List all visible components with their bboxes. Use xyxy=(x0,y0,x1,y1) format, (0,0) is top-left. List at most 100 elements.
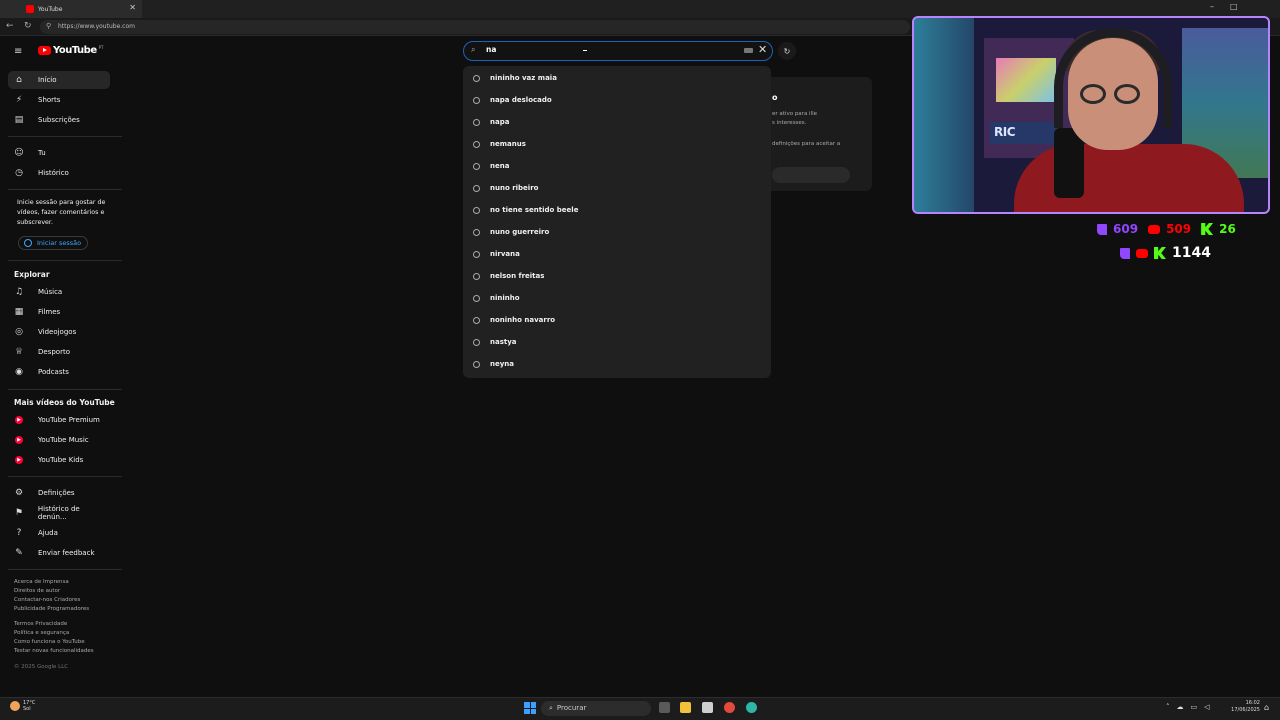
sidebar-item-gaming[interactable]: ◎ Videojogos xyxy=(8,323,110,341)
history-icon xyxy=(473,338,480,346)
footer-links[interactable]: Direitos de autor xyxy=(14,587,60,596)
youtube-music-icon: ▶ xyxy=(15,436,23,444)
history-icon xyxy=(473,184,480,192)
footer-links[interactable]: Política e segurança xyxy=(14,629,69,638)
site-info-icon[interactable]: ⚲ xyxy=(46,22,51,30)
task-view-icon[interactable] xyxy=(659,702,670,713)
shorts-icon: ⚡ xyxy=(15,95,23,105)
footer-links[interactable]: Como funciona o YouTube xyxy=(14,638,85,647)
history-icon xyxy=(473,118,480,126)
file-explorer-icon[interactable] xyxy=(680,702,691,713)
back-icon[interactable]: ← xyxy=(6,21,14,31)
sidebar-item-history[interactable]: ◷ Histórico xyxy=(8,164,110,182)
browser-tab[interactable]: YouTube ✕ xyxy=(0,0,142,18)
footer-links[interactable]: Acerca de Imprensa xyxy=(14,578,69,587)
network-icon[interactable]: ☁ xyxy=(1177,703,1184,711)
search-input[interactable] xyxy=(463,41,773,61)
footer-links[interactable]: Publicidade Programadores xyxy=(14,605,89,614)
search-suggestion[interactable]: napa deslocado xyxy=(473,94,552,106)
search-suggestion[interactable]: noninho navarro xyxy=(473,314,555,326)
youtube-play-icon xyxy=(38,46,51,55)
sidebar-item-youtube-kids[interactable]: ▶ YouTube Kids xyxy=(8,451,110,469)
sidebar-item-shorts[interactable]: ⚡ Shorts xyxy=(8,91,110,109)
maximize-icon[interactable]: □ xyxy=(1230,2,1238,11)
volume-icon[interactable]: ◁ xyxy=(1204,703,1209,711)
search-suggestion[interactable]: nastya xyxy=(473,336,517,348)
sidebar-item-feedback[interactable]: ✎ Enviar feedback xyxy=(8,544,110,562)
taskbar-search[interactable]: ⌕ Procurar xyxy=(541,701,651,716)
sidebar-item-label: Histórico de denún... xyxy=(37,505,80,521)
signin-button[interactable]: Iniciar sessão xyxy=(18,236,88,250)
sidebar-item-home[interactable]: ⌂ Início xyxy=(8,71,110,89)
suggestion-text: nena xyxy=(490,162,510,170)
search-suggestion[interactable]: nuno ribeiro xyxy=(473,182,538,194)
footer-links[interactable]: Termos Privacidade xyxy=(14,620,67,629)
keyboard-icon[interactable] xyxy=(744,48,753,53)
search-suggestion[interactable]: nemanus xyxy=(473,138,526,150)
sidebar-item-label: Início xyxy=(38,76,57,84)
sidebar-item-report-history[interactable]: ⚑ Histórico de denún... xyxy=(8,504,110,522)
weather-widget[interactable]: 17°C Sol xyxy=(10,700,35,712)
refresh-icon[interactable]: ↻ xyxy=(24,21,32,31)
total-viewers: 1144 xyxy=(1172,245,1211,261)
card-button[interactable] xyxy=(772,167,850,183)
search-suggestion[interactable]: nininho xyxy=(473,292,520,304)
gaming-icon: ◎ xyxy=(15,327,23,337)
search-suggestion[interactable]: neyna xyxy=(473,358,514,370)
minimize-icon[interactable]: – xyxy=(1210,2,1214,11)
sidebar-item-settings[interactable]: ⚙ Definições xyxy=(8,484,110,502)
url-field[interactable]: https://www.youtube.com xyxy=(40,20,910,34)
weather-icon xyxy=(10,701,20,711)
voice-search-button[interactable]: ↻ xyxy=(778,42,796,60)
search-suggestion[interactable]: nirvana xyxy=(473,248,520,260)
kick-viewers: 26 xyxy=(1219,222,1236,236)
search-suggestion[interactable]: napa xyxy=(473,116,509,128)
suggestion-text: nininho xyxy=(490,294,520,302)
windows-start-icon[interactable] xyxy=(524,702,536,714)
sidebar-item-label: Shorts xyxy=(38,96,61,104)
tab-close-icon[interactable]: ✕ xyxy=(129,3,136,12)
history-icon xyxy=(473,140,480,148)
chrome-icon[interactable] xyxy=(724,702,735,713)
display-icon[interactable]: ▭ xyxy=(1191,703,1198,711)
card-text: s interesses. xyxy=(772,120,807,126)
sidebar-item-podcasts[interactable]: ◉ Podcasts xyxy=(8,363,110,381)
store-icon[interactable] xyxy=(702,702,713,713)
search-suggestion[interactable]: no tiene sentido beele xyxy=(473,204,578,216)
sidebar-item-you[interactable]: ☺ Tu xyxy=(8,144,110,162)
history-icon xyxy=(473,206,480,214)
search-suggestion[interactable]: nelson freitas xyxy=(473,270,544,282)
search-suggestion[interactable]: nuno guerreiro xyxy=(473,226,549,238)
search-query[interactable]: na xyxy=(486,45,496,54)
subscriptions-icon: ▤ xyxy=(14,115,24,125)
sidebar-item-music[interactable]: ♫ Música xyxy=(8,283,110,301)
notifications-icon[interactable]: ⌂ xyxy=(1264,703,1269,712)
sidebar-item-movies[interactable]: ▦ Filmes xyxy=(8,303,110,321)
card-title: o xyxy=(772,93,778,102)
suggestion-text: nemanus xyxy=(490,140,526,148)
search-suggestion[interactable]: nininho vaz maia xyxy=(473,72,557,84)
podcasts-icon: ◉ xyxy=(15,367,23,377)
menu-icon[interactable]: ≡ xyxy=(14,46,22,57)
sidebar-item-label: YouTube Kids xyxy=(38,456,84,464)
signin-button-label: Iniciar sessão xyxy=(37,239,82,247)
clear-search-icon[interactable]: ✕ xyxy=(758,43,767,56)
sidebar-item-subscriptions[interactable]: ▤ Subscrições xyxy=(8,111,110,129)
footer-links[interactable]: Contactar-nos Criadores xyxy=(14,596,80,605)
sidebar-item-help[interactable]: ? Ajuda xyxy=(8,524,110,542)
edge-icon[interactable] xyxy=(746,702,757,713)
taskbar-clock[interactable]: 16:02 17/06/2025 xyxy=(1226,700,1260,714)
sidebar-item-youtube-premium[interactable]: ▶ YouTube Premium xyxy=(8,411,110,429)
weather-desc: Sol xyxy=(23,706,31,712)
sidebar-divider xyxy=(8,136,122,137)
search-suggestion[interactable]: nena xyxy=(473,160,509,172)
sidebar-item-youtube-music[interactable]: ▶ YouTube Music xyxy=(8,431,110,449)
sidebar-item-sports[interactable]: ♕ Desporto xyxy=(8,343,110,361)
footer-links[interactable]: Testar novas funcionalidades xyxy=(14,647,94,656)
sidebar-item-label: Histórico xyxy=(38,169,69,177)
search-icon: ⌕ xyxy=(471,45,476,54)
chevron-up-icon[interactable]: ˄ xyxy=(1166,703,1170,711)
history-icon: ◷ xyxy=(15,168,23,178)
suggestion-text: noninho navarro xyxy=(490,316,556,324)
youtube-logo[interactable]: YouTube PT xyxy=(38,45,103,56)
